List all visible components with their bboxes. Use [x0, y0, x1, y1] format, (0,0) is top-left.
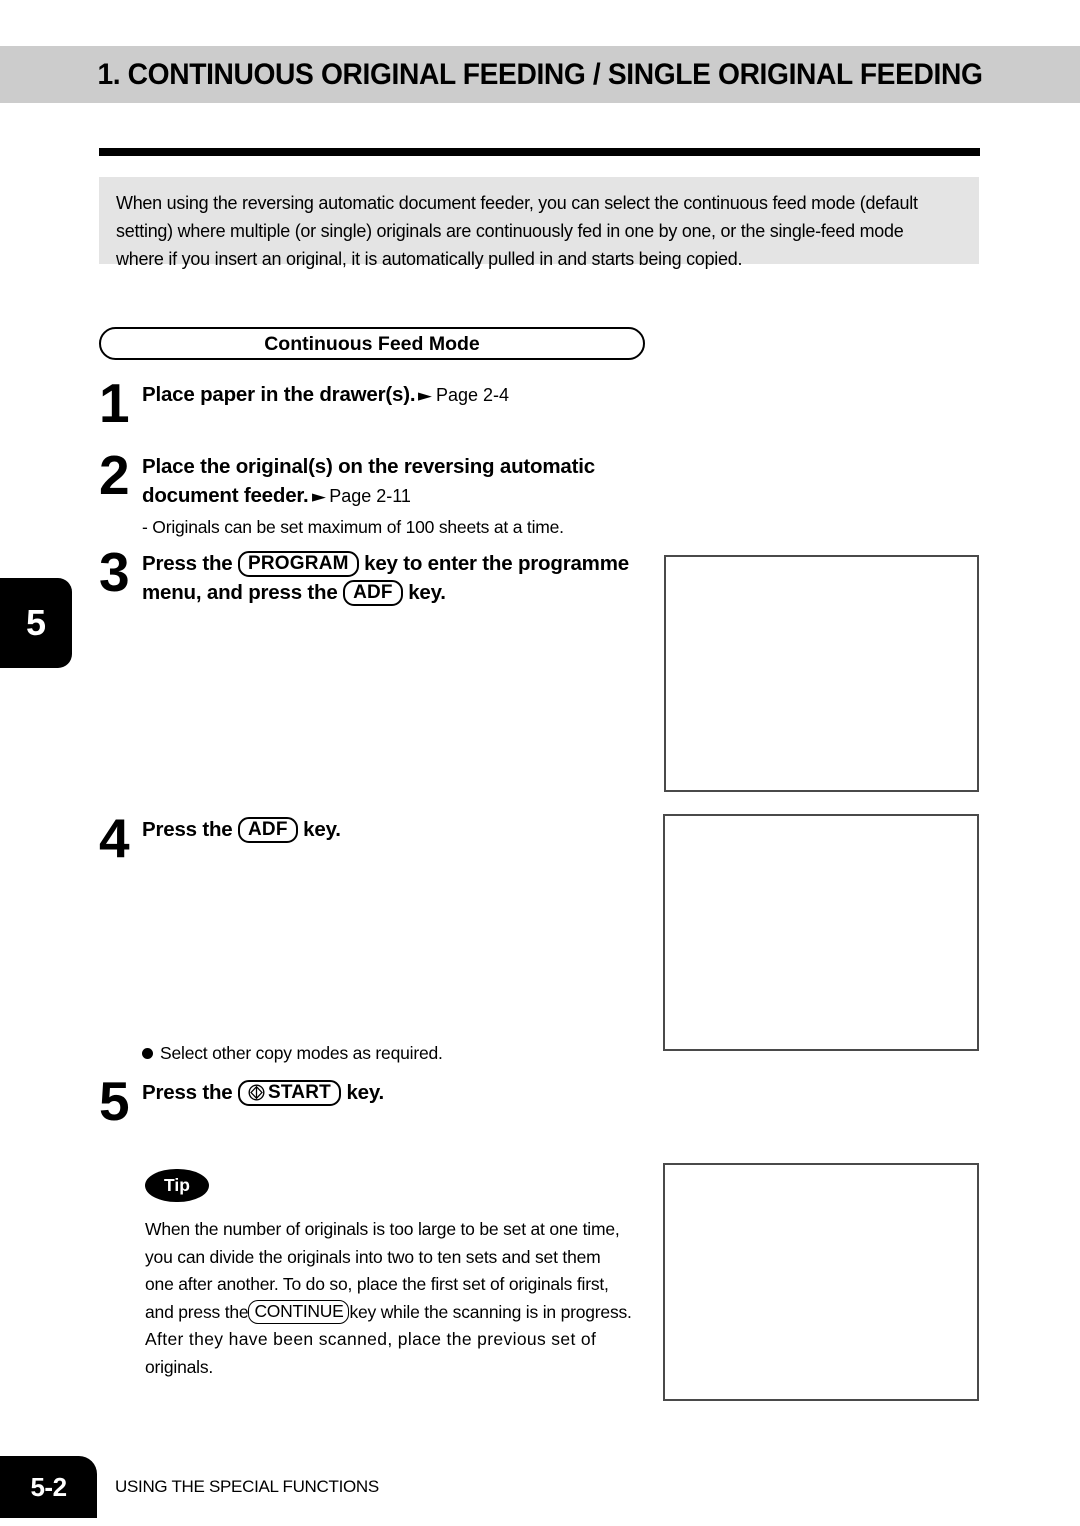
- tip-line-4-text-a: and press the: [145, 1301, 249, 1322]
- tip-badge-label: Tip: [164, 1175, 190, 1195]
- step-5-heading: Press the START key.: [142, 1078, 384, 1107]
- step-5-heading-text-a: Press the: [142, 1081, 233, 1104]
- step-4-number: 4: [99, 807, 130, 869]
- adf-key[interactable]: ADF: [343, 580, 403, 606]
- title-divider-rule: [99, 148, 980, 156]
- tip-paragraph: When the number of originals is too larg…: [145, 1216, 655, 1381]
- step-2-number: 2: [99, 444, 130, 506]
- step-3-heading-text-a: Press the: [142, 552, 233, 575]
- page-header-band: 1. CONTINUOUS ORIGINAL FEEDING / SINGLE …: [0, 46, 1080, 103]
- intro-callout-box: When using the reversing automatic docum…: [99, 177, 979, 269]
- step-1-heading: Place paper in the drawer(s).►Page 2-4: [142, 380, 509, 410]
- start-key[interactable]: START: [238, 1080, 341, 1106]
- step-4-heading-text-a: Press the: [142, 818, 233, 841]
- tip-line-4: and press the CONTINUE key while the scann…: [145, 1299, 655, 1327]
- start-key-label: START: [268, 1082, 331, 1103]
- tip-line-3: one after another. To do so, place the f…: [145, 1274, 609, 1294]
- step-3-heading-line1: Press the PROGRAM key to enter the progr…: [142, 549, 662, 578]
- tip-line-5: After they have been scanned, place the …: [145, 1329, 597, 1349]
- tip-line-1: When the number of originals is too larg…: [145, 1219, 620, 1239]
- step-3-body: Press the PROGRAM key to enter the progr…: [142, 549, 662, 607]
- step-4-heading-text-b: key.: [303, 818, 341, 841]
- step-5-number: 5: [99, 1070, 130, 1132]
- step-2-note: - Originals can be set maximum of 100 sh…: [142, 517, 564, 537]
- bullet-note: Select other copy modes as required.: [142, 1041, 443, 1065]
- step-2-heading-line1: Place the original(s) on the reversing a…: [142, 452, 652, 481]
- step-1-heading-text: Place paper in the drawer(s).: [142, 383, 416, 406]
- step-3-heading-text-c: menu, and press the: [142, 581, 338, 604]
- chapter-tab-number: 5: [25, 602, 47, 643]
- step-2-body: Place the original(s) on the reversing a…: [142, 452, 652, 540]
- bullet-note-text: Select other copy modes as required.: [160, 1043, 443, 1063]
- continue-key[interactable]: CONTINUE: [248, 1299, 350, 1324]
- section-oval-heading: Continuous Feed Mode: [99, 327, 645, 360]
- step-5-heading-text-b: key.: [346, 1081, 385, 1104]
- section-oval-label: Continuous Feed Mode: [264, 333, 480, 355]
- step-4-body: Press the ADF key.: [142, 815, 341, 844]
- step-1-pageref: Page 2-4: [435, 385, 510, 405]
- page-reference-arrow-icon: ►: [307, 490, 330, 505]
- step-3-heading-text-d: key.: [408, 581, 446, 604]
- step-1-number: 1: [99, 372, 130, 434]
- footer-section-label: USING THE SPECIAL FUNCTIONS: [115, 1477, 379, 1496]
- start-diamond-icon: [248, 1084, 265, 1101]
- page-title: 1. CONTINUOUS ORIGINAL FEEDING / SINGLE …: [97, 58, 983, 91]
- footer-page-number: 5-2: [30, 1472, 67, 1502]
- tip-line-2: you can divide the originals into two to…: [145, 1246, 601, 1267]
- step-1-body: Place paper in the drawer(s).►Page 2-4: [142, 380, 509, 410]
- step-2-heading-line2: document feeder.►Page 2-11: [142, 481, 652, 511]
- step-2-heading-text-2: document feeder.: [142, 484, 309, 507]
- page-reference-arrow-icon: ►: [413, 389, 437, 404]
- program-key[interactable]: PROGRAM: [238, 551, 359, 577]
- step-2-pageref: Page 2-11: [329, 486, 411, 506]
- step-4-heading: Press the ADF key.: [142, 815, 341, 844]
- tip-line-4-text-b: key while the scanning is in progress.: [349, 1301, 632, 1322]
- illustration-tip: [663, 1163, 979, 1401]
- step-5-body: Press the START key.: [142, 1078, 384, 1107]
- intro-paragraph: When using the reversing automatic docum…: [116, 192, 918, 269]
- step-3-heading-text-b: key to enter the programme: [364, 552, 629, 575]
- step-3-heading-line2: menu, and press the ADF key.: [142, 578, 662, 607]
- chapter-tab-marker: 5: [0, 578, 72, 668]
- illustration-step4: [663, 814, 979, 1051]
- footer-page-tab: 5-2: [0, 1456, 97, 1518]
- illustration-step3: [664, 555, 979, 792]
- adf-key[interactable]: ADF: [238, 817, 298, 843]
- tip-line-6: originals.: [145, 1356, 214, 1377]
- bullet-dot-icon: [142, 1048, 153, 1059]
- step-2-heading-text-1: Place the original(s) on the reversing a…: [142, 455, 595, 478]
- step-3-number: 3: [99, 541, 130, 603]
- tip-badge: Tip: [145, 1169, 209, 1202]
